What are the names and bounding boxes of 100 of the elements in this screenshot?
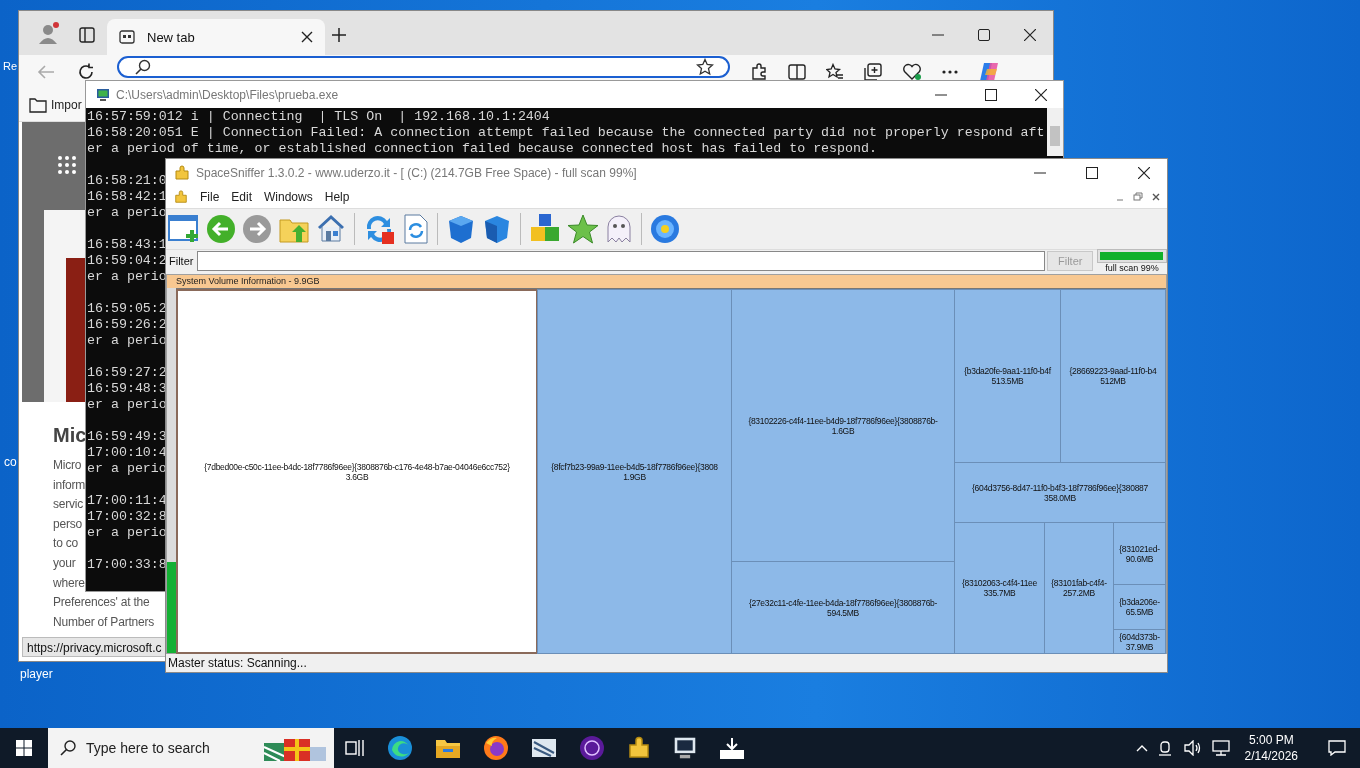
- menu-item[interactable]: Edit: [231, 190, 253, 204]
- console-line: 17:00:11:4: [87, 493, 167, 509]
- page-text: Number of Partners: [53, 613, 155, 631]
- console-line: 16:59:04:2: [87, 253, 167, 269]
- cube-icon[interactable]: [446, 214, 476, 244]
- console-line: er a perio: [87, 205, 167, 221]
- scrollbar[interactable]: [1047, 108, 1063, 156]
- extensions-icon[interactable]: [750, 63, 768, 81]
- console-icon[interactable]: [673, 736, 697, 760]
- refresh-document-icon[interactable]: [403, 214, 429, 244]
- console-line: er a perio: [87, 461, 167, 477]
- collections-icon[interactable]: [864, 63, 882, 81]
- console-line: er a perio: [87, 269, 167, 285]
- filter-field[interactable]: [197, 251, 1046, 271]
- console-line: er a perio: [87, 333, 167, 349]
- new-window-icon[interactable]: [168, 214, 200, 244]
- page-text: Micro: [53, 457, 82, 474]
- address-bar[interactable]: [117, 56, 730, 78]
- browser-icon[interactable]: [387, 735, 413, 761]
- maximize-icon[interactable]: [978, 29, 990, 41]
- firefox-icon[interactable]: [483, 735, 509, 761]
- desktop-icon-label[interactable]: co: [4, 455, 17, 469]
- console-line: 16:58:43:1: [87, 237, 167, 253]
- menu-item[interactable]: Help: [324, 190, 350, 204]
- clock[interactable]: 5:00 PM 2/14/2026: [1244, 732, 1298, 764]
- console-line: 16:59:05:2: [87, 301, 167, 317]
- notifications-icon[interactable]: [1328, 740, 1346, 756]
- file-explorer-icon[interactable]: [435, 737, 461, 759]
- copilot-icon[interactable]: [978, 61, 1000, 83]
- page-text: where: [53, 574, 85, 592]
- star-icon[interactable]: [567, 214, 599, 244]
- filter-label: Filter: [169, 255, 194, 267]
- vertical-tabs-icon[interactable]: [79, 27, 95, 43]
- console-line: 17:00:10:4: [87, 445, 167, 461]
- health-icon[interactable]: [902, 63, 922, 81]
- folder-label: System Volume Information - 9.9GB: [176, 276, 320, 286]
- console-line: 16:59:27:2: [87, 365, 167, 381]
- download-icon[interactable]: [719, 736, 745, 760]
- maximize-icon[interactable]: [1086, 166, 1098, 179]
- console-line: 16:59:48:3: [87, 381, 167, 397]
- console-line: 16:58:20:051 E | Connection Failed: A connection attempt failed because the connected party did not properly respond aft: [87, 125, 1045, 141]
- menu-item[interactable]: File: [200, 190, 220, 204]
- page-text: to co: [53, 535, 79, 553]
- console-line: 16:59:49:3: [87, 429, 167, 445]
- page-text: inform: [53, 476, 86, 494]
- app-launcher-icon[interactable]: [57, 155, 77, 175]
- menu-item[interactable]: Windows: [264, 190, 313, 204]
- browser-tab[interactable]: New tab: [107, 19, 325, 55]
- maximize-icon[interactable]: [985, 88, 997, 101]
- task-view-icon[interactable]: [345, 739, 365, 757]
- page-text: servic: [53, 496, 84, 514]
- start-icon[interactable]: [16, 740, 32, 756]
- more-icon[interactable]: [942, 70, 958, 74]
- search-icon: [60, 740, 76, 756]
- app-icon[interactable]: [579, 735, 605, 761]
- search-box[interactable]: Type here to search: [48, 728, 334, 768]
- speaker-icon[interactable]: [1183, 740, 1202, 756]
- progress-label: full scan 99%: [1104, 263, 1160, 273]
- treemap-block[interactable]: {604d373b- 37.9MB: [1113, 629, 1166, 654]
- new-tab-icon[interactable]: [331, 27, 347, 43]
- network-icon[interactable]: [1211, 740, 1230, 756]
- console-line: 17:00:33:8: [87, 557, 167, 573]
- flower-icon[interactable]: [650, 214, 680, 244]
- split-screen-icon[interactable]: [788, 63, 806, 81]
- desktop-icon-label[interactable]: Re: [3, 60, 18, 72]
- page-text: Preferences' at the: [53, 594, 150, 612]
- page-text: perso: [53, 515, 83, 533]
- app-icon[interactable]: [531, 736, 557, 760]
- window-title: C:\Users\admin\Desktop\Files\prueba.exe: [116, 87, 339, 102]
- folder-icon: [29, 97, 47, 113]
- profile-icon[interactable]: [37, 21, 61, 45]
- close-icon[interactable]: [1138, 166, 1150, 179]
- close-icon[interactable]: [1024, 29, 1036, 41]
- home-icon[interactable]: [316, 214, 346, 244]
- page-heading: Mic: [53, 424, 87, 447]
- console-line: 16:57:59:012 i | Connecting | TLS On | 192.168.10.1:2404: [87, 109, 550, 125]
- console-line: er a period of time, or established connection failed because connected host has failed to respond.: [87, 141, 877, 157]
- scrollbar-thumb[interactable]: [1050, 126, 1060, 146]
- star-icon[interactable]: [696, 58, 714, 76]
- tab-page-icon: [119, 29, 135, 45]
- refresh-icon[interactable]: [77, 63, 95, 81]
- favorites-bar-item[interactable]: Impor: [51, 98, 82, 112]
- favorites-icon[interactable]: [826, 63, 844, 81]
- console-line: er a perio: [87, 525, 167, 541]
- search-icon: [135, 59, 151, 75]
- ghost-icon[interactable]: [605, 214, 633, 244]
- treemap-block[interactable]: {8fcf7b23-99a9-11ee-b4d5-18f7786f96ee}{3808 1.9GB: [537, 289, 732, 654]
- close-icon[interactable]: [301, 31, 313, 43]
- console-line: 16:58:21:0: [87, 173, 167, 189]
- console-line: 16:59:26:2: [87, 317, 167, 333]
- cube-icon[interactable]: [482, 214, 512, 244]
- close-icon[interactable]: [1035, 88, 1047, 101]
- treemap-block[interactable]: {28669223-9aad-11f0-b4 512MB: [1060, 289, 1166, 463]
- console-line: er a perio: [87, 397, 167, 413]
- desktop-icon-label[interactable]: player: [20, 667, 53, 681]
- treemap-block[interactable]: {7dbed00e-c50c-11ee-b4dc-18f7786f96ee}{3808876b-c176-4e48-b7ae-04046e6cc752} 3.6GB: [176, 289, 538, 654]
- meet-icon[interactable]: [1157, 740, 1174, 756]
- chevron-up-icon[interactable]: [1135, 744, 1148, 752]
- page-text: your: [53, 554, 76, 572]
- window-title: SpaceSniffer 1.3.0.2 - www.uderzo.it - [ (C:) (214.7GB Free Space) - full scan 99%]: [196, 165, 637, 180]
